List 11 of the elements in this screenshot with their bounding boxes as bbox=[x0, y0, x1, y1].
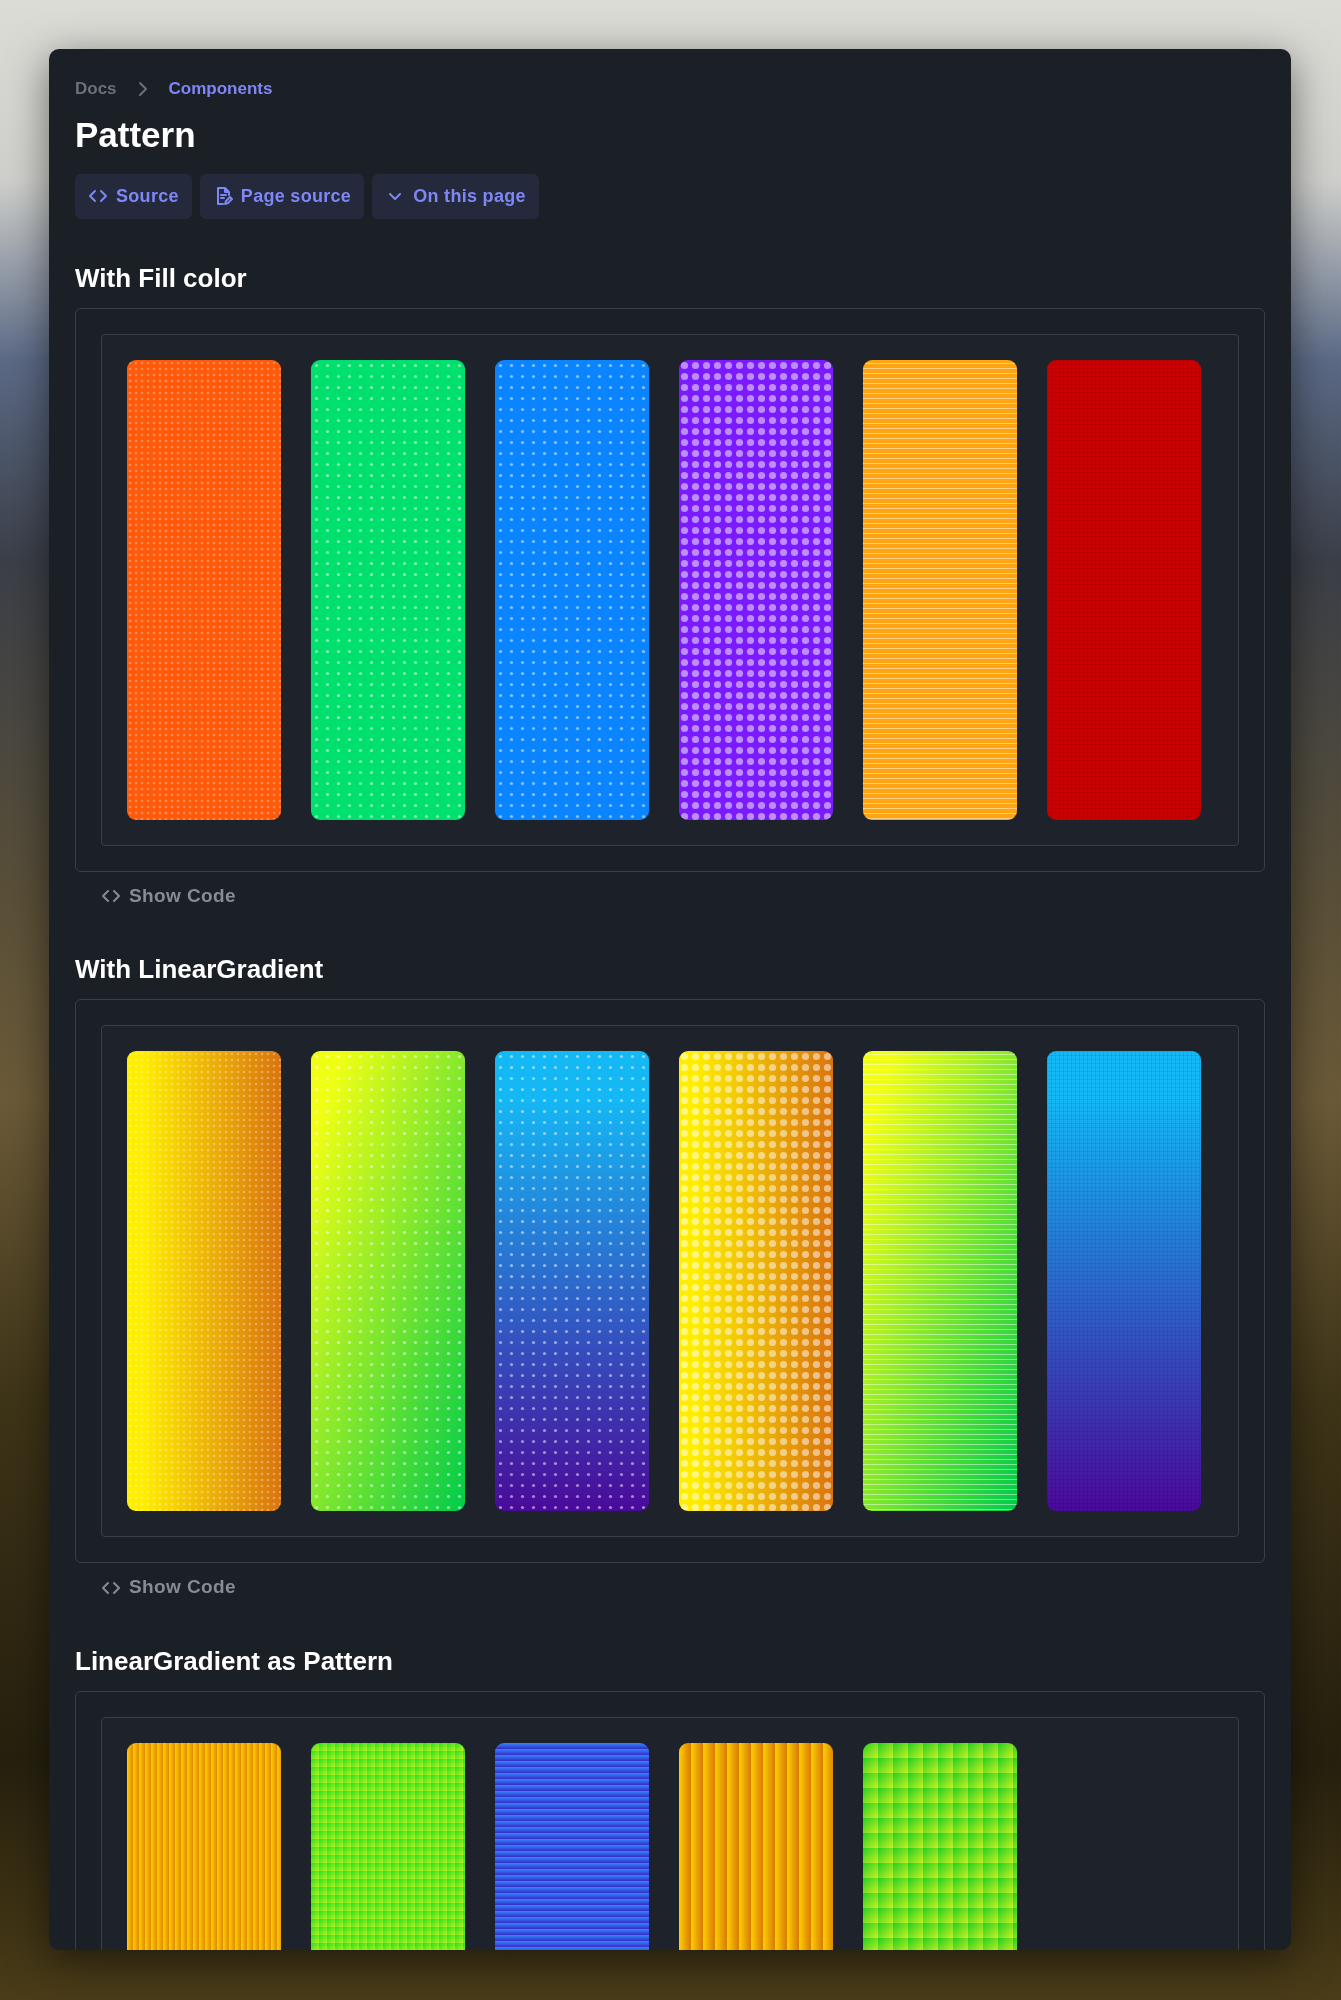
toolbar-button[interactable]: On this page bbox=[372, 173, 539, 219]
toolbar-button[interactable]: Source bbox=[75, 173, 192, 219]
section-heading: LinearGradient as Pattern bbox=[75, 1645, 394, 1678]
section-heading: With Fill color bbox=[75, 262, 248, 294]
show-code-button[interactable]: Show Code bbox=[101, 881, 237, 911]
section-heading: With LinearGradient bbox=[75, 954, 325, 986]
breadcrumb-link[interactable]: Docs bbox=[75, 76, 117, 102]
page-title: Pattern bbox=[75, 113, 197, 156]
breadcrumb-link[interactable]: Components bbox=[168, 76, 273, 102]
show-code-button[interactable]: Show Code bbox=[101, 1573, 237, 1602]
toolbar-button[interactable]: Page source bbox=[199, 173, 365, 219]
